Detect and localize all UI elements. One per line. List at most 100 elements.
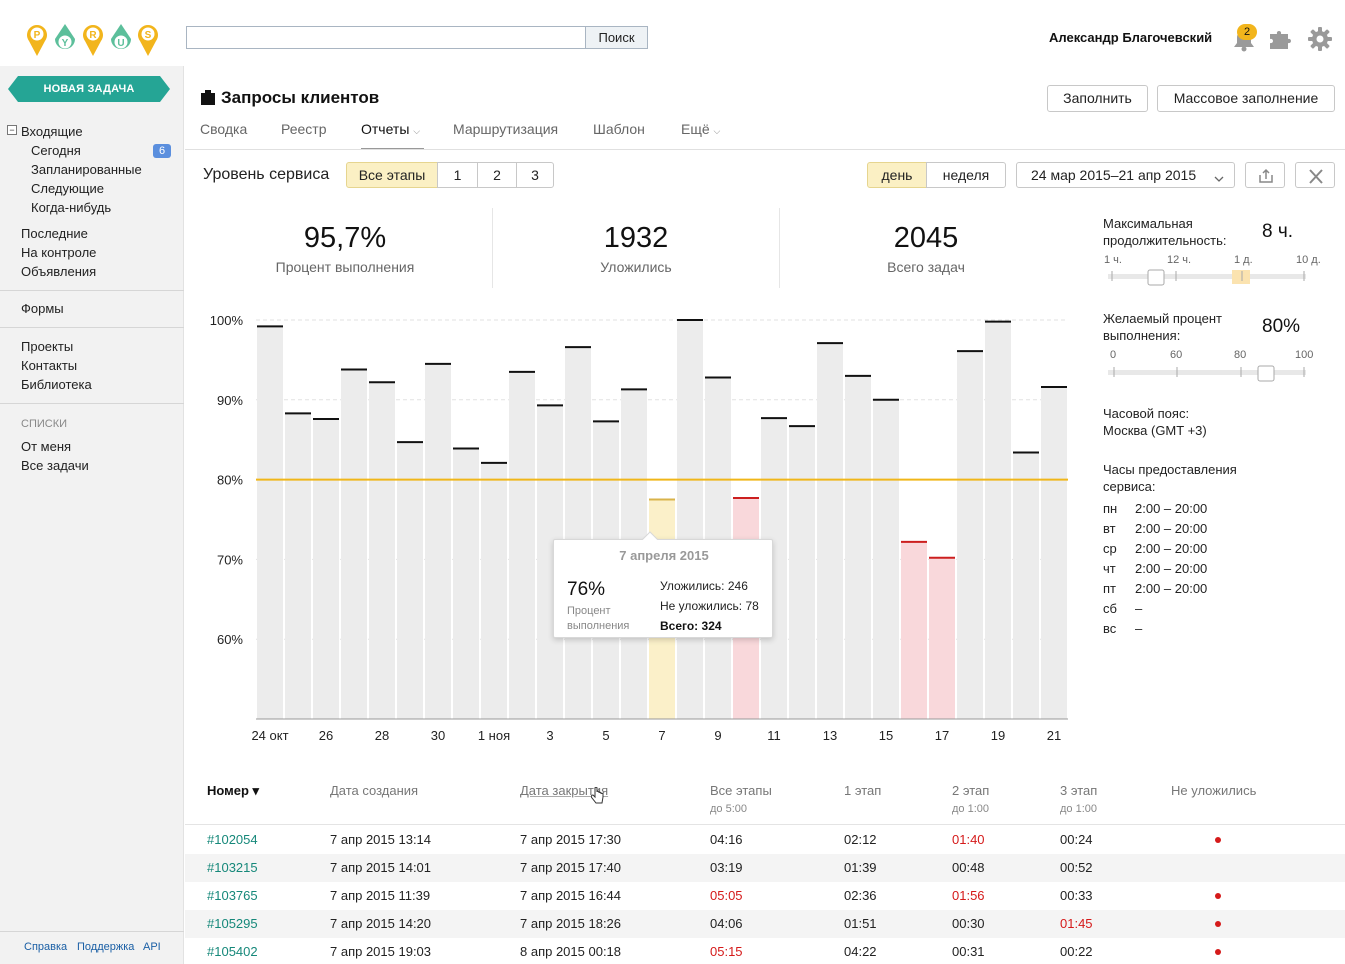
chart-bar (509, 371, 535, 719)
sidebar-item-inbox[interactable]: Входящие (21, 124, 83, 139)
help-link[interactable]: Справка (24, 941, 67, 953)
stat-percent-label: Процент выполнения (275, 259, 415, 275)
x-tick-label: 15 (879, 728, 893, 743)
col-stage-2[interactable]: 2 этап (952, 783, 989, 798)
sidebar-item-someday[interactable]: Когда-нибудь (31, 200, 111, 215)
period-day-button[interactable]: день (867, 162, 927, 188)
sidebar-item-forms[interactable]: Формы (21, 301, 64, 316)
gear-icon[interactable] (1306, 25, 1334, 53)
timezone-value[interactable]: Москва (GMT +3) (1103, 423, 1207, 438)
stage-3-button[interactable]: 3 (516, 162, 554, 188)
api-link[interactable]: API (143, 941, 161, 953)
col-all-stages[interactable]: Все этапы (710, 783, 772, 798)
service-day: пт (1103, 581, 1116, 596)
stage-1-button[interactable]: 1 (437, 162, 478, 188)
max-duration-value: 8 ч. (1262, 221, 1294, 242)
tab-routing[interactable]: Маршрутизация (453, 121, 558, 137)
sidebar-item-projects[interactable]: Проекты (21, 339, 73, 354)
table-row[interactable]: #103215 7 апр 2015 14:01 7 апр 2015 17:40 0… (185, 854, 1345, 882)
tab-more[interactable]: Ещё ⌵ (681, 121, 720, 137)
mass-fill-button[interactable]: Массовое заполнение (1157, 85, 1335, 112)
service-day: пн (1103, 501, 1118, 516)
table-row[interactable]: #105402 7 апр 2015 19:03 8 апр 2015 00:18 0… (185, 938, 1345, 964)
chart-bar (817, 343, 843, 719)
search-button[interactable]: Поиск (585, 27, 647, 48)
col-all-stages-limit: до 5:00 (710, 803, 748, 815)
settings-button[interactable] (1295, 162, 1335, 188)
tab-summary[interactable]: Сводка (200, 121, 247, 137)
created-cell: 7 апр 2015 19:03 (330, 944, 432, 959)
lists-heading: списки (21, 418, 68, 430)
target-slider[interactable] (1108, 364, 1310, 384)
export-button[interactable] (1245, 162, 1285, 188)
slider-tick-label: 10 д. (1296, 254, 1321, 266)
max-duration-label: продолжительность: (1103, 233, 1227, 248)
slider-tick-label: 0 (1110, 349, 1117, 361)
stat-percent-value: 95,7% (303, 222, 387, 254)
stage-2-cell: 00:48 (952, 860, 985, 875)
table-row[interactable]: #103765 7 апр 2015 11:39 7 апр 2015 16:44 0… (185, 882, 1345, 910)
tab-reports[interactable]: Отчеты ⌵ (361, 121, 420, 137)
period-week-button[interactable]: неделя (926, 162, 1006, 188)
col-created[interactable]: Дата создания (330, 783, 418, 798)
report-title: Уровень сервиса (203, 166, 330, 183)
task-id-link[interactable]: #105295 (207, 916, 258, 931)
all-stages-cell: 04:06 (710, 916, 743, 931)
notification-badge: 2 (1237, 24, 1257, 40)
hand-cursor-icon (591, 787, 604, 804)
task-id-link[interactable]: #102054 (207, 832, 258, 847)
stage-2-cell: 00:31 (952, 944, 985, 959)
chevron-down-icon: ⌵ (413, 126, 421, 136)
col-stage-1[interactable]: 1 этап (844, 783, 881, 798)
col-number[interactable]: Номер ▾ (207, 783, 259, 799)
max-duration-slider[interactable] (1108, 268, 1310, 288)
col-late[interactable]: Не уложились (1171, 783, 1256, 798)
search-input[interactable] (187, 27, 585, 48)
sidebar-item-announcements[interactable]: Объявления (21, 264, 96, 279)
table-row[interactable]: #105295 7 апр 2015 14:20 7 апр 2015 18:26 0… (185, 910, 1345, 938)
sidebar-item-contacts[interactable]: Контакты (21, 358, 77, 373)
stage-all-button[interactable]: Все этапы (346, 162, 438, 188)
stage-3-cell: 00:33 (1060, 888, 1093, 903)
sidebar-item-from-me[interactable]: От меня (21, 439, 71, 454)
logo-letter: U (117, 38, 124, 49)
col-stage-3[interactable]: 3 этап (1060, 783, 1097, 798)
tab-template[interactable]: Шаблон (593, 121, 645, 137)
table-row[interactable]: #102054 7 апр 2015 13:14 7 апр 2015 17:30 0… (185, 826, 1345, 854)
sidebar-item-today[interactable]: Сегодня (31, 143, 81, 158)
x-tick-label: 13 (823, 728, 837, 743)
slider-tick-label: 1 д. (1234, 254, 1253, 266)
sidebar-item-planned[interactable]: Запланированные (31, 162, 142, 177)
sidebar-item-next[interactable]: Следующие (31, 181, 104, 196)
task-id-link[interactable]: #105402 (207, 944, 258, 959)
support-link[interactable]: Поддержка (77, 941, 134, 953)
pyrus-logo[interactable]: P Y R U S (20, 14, 165, 66)
tab-registry[interactable]: Реестр (281, 121, 327, 137)
task-id-link[interactable]: #103765 (207, 888, 258, 903)
stage-2-button[interactable]: 2 (477, 162, 517, 188)
sidebar-item-all-tasks[interactable]: Все задачи (21, 458, 89, 473)
user-name[interactable]: Александр Благочевский (1049, 30, 1212, 45)
stat-total-label: Всего задач (887, 259, 965, 275)
sidebar-item-recent[interactable]: Последние (21, 226, 88, 241)
all-stages-cell: 04:16 (710, 832, 743, 847)
chart-bar (873, 399, 899, 719)
sidebar-item-watching[interactable]: На контроле (21, 245, 96, 260)
task-id-link[interactable]: #103215 (207, 860, 258, 875)
slider-handle[interactable] (1257, 365, 1275, 382)
puzzle-icon[interactable] (1268, 26, 1294, 52)
sidebar-item-library[interactable]: Библиотека (21, 377, 92, 392)
tools-icon (1309, 169, 1323, 184)
stage-2-cell: 01:40 (952, 832, 985, 847)
chart-bar (481, 462, 507, 719)
created-cell: 7 апр 2015 11:39 (330, 888, 431, 903)
slider-tick-label: 60 (1170, 349, 1183, 361)
fill-button[interactable]: Заполнить (1047, 85, 1148, 112)
date-range-select[interactable]: 24 мар 2015–21 апр 2015 (1016, 162, 1235, 188)
new-task-button[interactable]: НОВАЯ ЗАДАЧА (8, 76, 170, 102)
chart-bar (369, 382, 395, 719)
slider-tick-label: 1 ч. (1104, 254, 1122, 266)
collapse-toggle-icon[interactable]: − (7, 125, 17, 135)
slider-tick-label: 12 ч. (1167, 254, 1192, 266)
slider-handle[interactable] (1147, 269, 1165, 286)
